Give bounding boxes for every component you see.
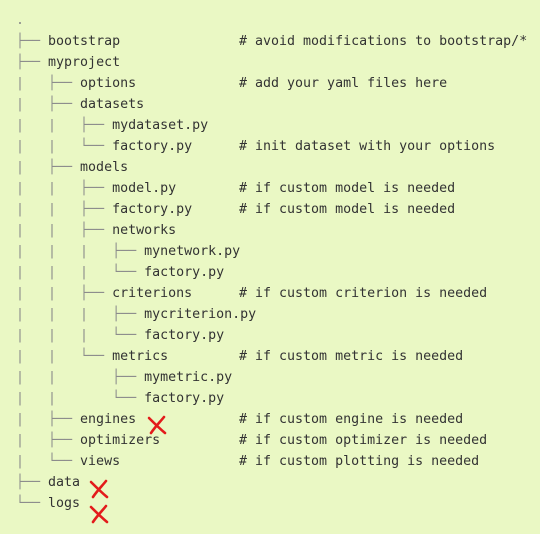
tree-line-engines: | ├── engines # if custom engine is neede… (16, 409, 463, 430)
tree-entry-name: datasets (80, 97, 145, 112)
tree-line-mydataset: | | ├── mydataset.py (16, 115, 256, 136)
tree-entry-name: models (80, 160, 129, 175)
tree-entry-name: mydataset.py (112, 118, 209, 133)
tree-entry-name: factory.py (144, 391, 225, 406)
tree-line-myproject: ├── myproject (16, 52, 256, 73)
tree-line-bootstrap: ├── bootstrap # avoid modifications to bo… (16, 31, 527, 52)
tree-entry-name: factory.py (112, 139, 193, 154)
tree-line-views: | └── views # if custom plotting is neede… (16, 451, 479, 472)
tree-guide: | | ├── (16, 286, 113, 301)
tree-comment: # avoid modifications to bootstrap/* (239, 34, 528, 49)
tree-entry-name: mynetwork.py (144, 244, 241, 259)
tree-line-options: | ├── options # add your yaml files here (16, 73, 447, 94)
tree-line-models-factory: | | ├── factory.py # if custom model is n… (16, 199, 455, 220)
tree-comment: # init dataset with your options (239, 139, 496, 154)
tree-guide: | | └── (16, 139, 113, 154)
tree-comment: # if custom criterion is needed (239, 286, 488, 301)
tree-guide: | | | ├── (16, 307, 145, 322)
tree-guide: | | ├── (16, 181, 113, 196)
tree-entry-name: factory.py (112, 202, 193, 217)
tree-guide: | └── (16, 454, 81, 469)
tree-line-optimizers: | ├── optimizers # if custom optimizer is… (16, 430, 487, 451)
tree-comment: # add your yaml files here (239, 76, 448, 91)
tree-entry-name: data (48, 475, 81, 490)
tree-entry-name: myproject (48, 55, 121, 70)
tree-guide: | | └── (16, 349, 113, 364)
tree-guide: | | ├── (16, 370, 145, 385)
tree-guide: | ├── (16, 412, 81, 427)
tree-line-metrics: | | └── metrics # if custom metric is nee… (16, 346, 463, 367)
tree-entry-name: mycriterion.py (144, 307, 257, 322)
tree-comment: # if custom model is needed (239, 202, 456, 217)
tree-line-models: | ├── models (16, 157, 256, 178)
tree-guide: | | | └── (16, 328, 145, 343)
tree-entry-name: model.py (112, 181, 177, 196)
tree-guide: └── (16, 496, 49, 511)
directory-tree: . ├── bootstrap # avoid modifications to … (16, 10, 527, 514)
tree-guide: | | | ├── (16, 244, 145, 259)
tree-line-mymetric: | | ├── mymetric.py (16, 367, 256, 388)
tree-guide: | | ├── (16, 118, 113, 133)
tree-guide: ├── (16, 34, 49, 49)
tree-line-criterions: | | ├── criterions # if custom criterion … (16, 283, 487, 304)
tree-line-metrics-factory: | | └── factory.py (16, 388, 256, 409)
tree-guide: ├── (16, 475, 49, 490)
tree-comment: # if custom metric is needed (239, 349, 464, 364)
tree-comment: # if custom optimizer is needed (239, 433, 488, 448)
tree-entry-name: options (80, 76, 137, 91)
tree-entry-name: bootstrap (48, 34, 121, 49)
tree-guide: | | └── (16, 391, 145, 406)
tree-comment: # if custom engine is needed (239, 412, 464, 427)
tree-line-mycriterion: | | | ├── mycriterion.py (16, 304, 256, 325)
tree-entry-name: networks (112, 223, 177, 238)
tree-entry-name: mymetric.py (144, 370, 233, 385)
tree-guide: | | | └── (16, 265, 145, 280)
tree-comment: # if custom model is needed (239, 181, 456, 196)
tree-guide: | | ├── (16, 223, 113, 238)
tree-guide: | ├── (16, 97, 81, 112)
tree-guide: | ├── (16, 76, 81, 91)
tree-entry-name: factory.py (144, 328, 225, 343)
tree-guide: | | ├── (16, 202, 113, 217)
tree-line-mynetwork: | | | ├── mynetwork.py (16, 241, 256, 262)
tree-entry-name: metrics (112, 349, 169, 364)
tree-guide: ├── (16, 55, 49, 70)
tree-line-datasets-factory: | | └── factory.py # init dataset with yo… (16, 136, 495, 157)
tree-guide: . (16, 13, 25, 28)
tree-line-model: | | ├── model.py # if custom model is nee… (16, 178, 455, 199)
tree-line-logs: └── logs (16, 493, 256, 514)
tree-guide: | ├── (16, 160, 81, 175)
tree-line-root: . (16, 10, 256, 31)
tree-line-networks-factory: | | | └── factory.py (16, 262, 256, 283)
tree-entry-name: views (80, 454, 121, 469)
tree-line-criterions-factory: | | | └── factory.py (16, 325, 256, 346)
tree-entry-name: optimizers (80, 433, 161, 448)
tree-entry-name: criterions (112, 286, 193, 301)
tree-entry-name: factory.py (144, 265, 225, 280)
tree-line-datasets: | ├── datasets (16, 94, 256, 115)
tree-entry-name: engines (80, 412, 137, 427)
tree-entry-name: logs (48, 496, 81, 511)
tree-comment: # if custom plotting is needed (239, 454, 480, 469)
tree-guide: | ├── (16, 433, 81, 448)
tree-line-networks: | | ├── networks (16, 220, 256, 241)
tree-line-data: ├── data (16, 472, 256, 493)
